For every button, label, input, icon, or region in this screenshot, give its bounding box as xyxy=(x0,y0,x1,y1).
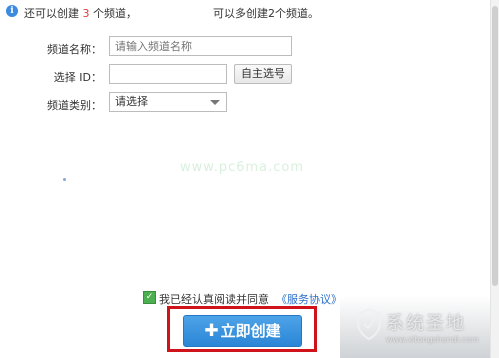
watermark-text: www.pc6ma.com xyxy=(180,160,305,175)
channel-name-input[interactable] xyxy=(109,36,292,56)
site-logo-watermark: 系统圣地 www.xitongshendi.com xyxy=(356,306,496,356)
info-count: 3 xyxy=(82,7,90,20)
channel-name-label: 频道名称： xyxy=(47,43,102,56)
info-prefix: 还可以创建 xyxy=(24,7,79,20)
plus-icon: ✚ xyxy=(204,321,219,341)
scrollbar-thumb[interactable] xyxy=(492,6,498,286)
chevron-down-icon xyxy=(210,100,220,105)
channel-category-label: 频道类别： xyxy=(47,99,102,112)
self-select-button[interactable]: 自主选号 xyxy=(234,64,292,84)
service-agreement-link[interactable]: 《服务协议》 xyxy=(276,291,342,307)
category-select[interactable]: 请选择 xyxy=(109,92,227,112)
create-button-label: 立即创建 xyxy=(220,322,281,340)
create-now-button[interactable]: ✚ 立即创建 xyxy=(183,315,302,347)
vertical-scrollbar[interactable] xyxy=(490,0,499,358)
agreement-text: 我已经认真阅读并同意 xyxy=(159,293,269,306)
info-bar: i 还可以创建 3 个频道， 可以多创建2个频道。 xyxy=(0,0,490,26)
select-id-label: 选择 ID： xyxy=(53,71,102,84)
info-right-text: 可以多创建2个频道。 xyxy=(213,7,319,20)
agreement-checkbox[interactable]: ✓ xyxy=(143,291,156,304)
category-select-value: 请选择 xyxy=(115,95,148,108)
logo-url: www.xitongshendi.com xyxy=(386,335,479,344)
id-input[interactable] xyxy=(109,64,227,84)
info-text: 还可以创建 3 个频道， xyxy=(24,5,137,21)
logo-title: 系统圣地 xyxy=(386,313,466,334)
info-suffix: 个频道， xyxy=(93,7,137,20)
decorative-dot xyxy=(63,178,66,181)
shield-icon xyxy=(357,308,381,340)
info-icon: i xyxy=(6,5,18,17)
